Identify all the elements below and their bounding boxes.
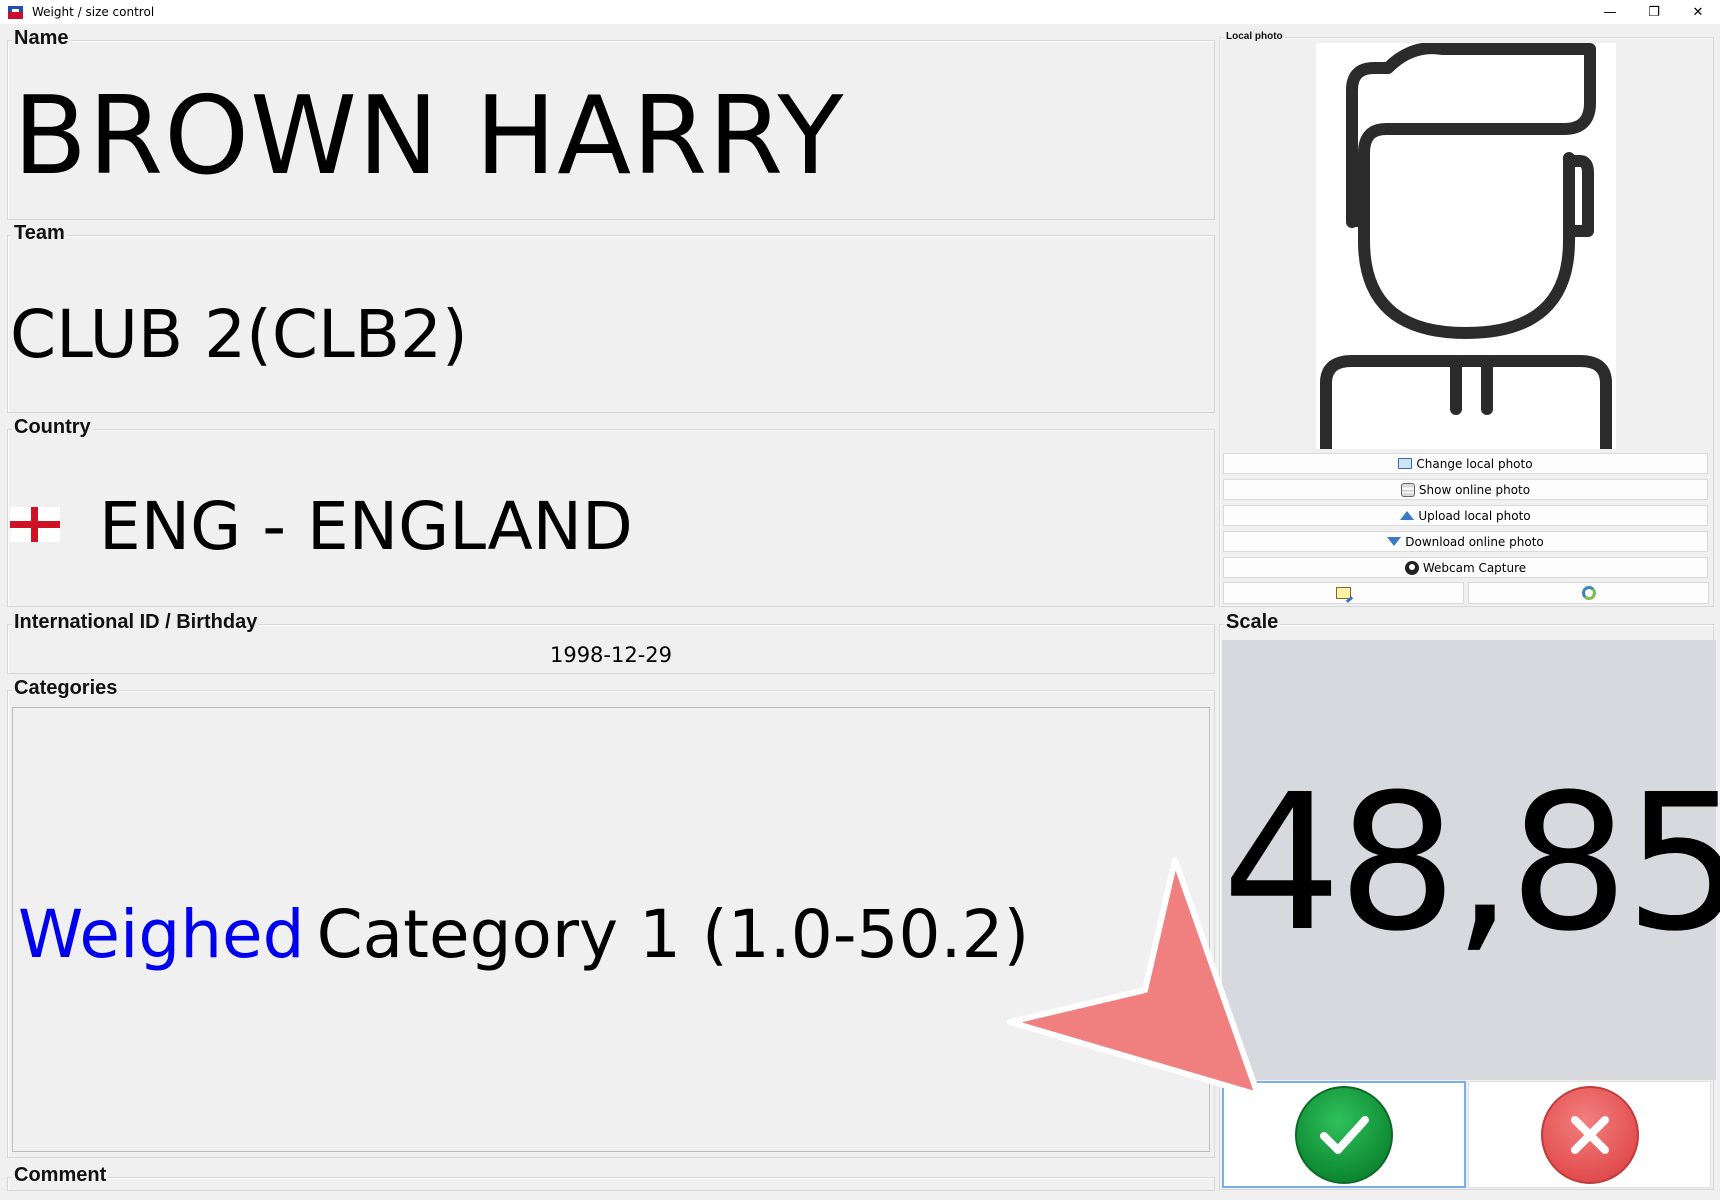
birthday-value: 1998-12-29 bbox=[549, 643, 673, 667]
team-group: Team CLUB 2(CLB2) bbox=[7, 222, 1215, 413]
confirm-circle bbox=[1295, 1085, 1393, 1184]
category-status: Weighed bbox=[18, 896, 305, 973]
england-flag-icon bbox=[10, 507, 60, 542]
minimize-button[interactable]: — bbox=[1588, 0, 1632, 24]
upload-arrow-icon bbox=[1400, 511, 1415, 520]
refresh-photo-button[interactable] bbox=[1468, 582, 1709, 604]
webcam-capture-label: Webcam Capture bbox=[1422, 560, 1527, 575]
cancel-circle bbox=[1540, 1085, 1639, 1184]
athlete-photo bbox=[1316, 43, 1616, 449]
window-title: Weight / size control bbox=[32, 5, 155, 19]
person-placeholder-icon bbox=[1320, 43, 1612, 449]
refresh-icon bbox=[1581, 586, 1596, 600]
birthday-label: International ID / Birthday bbox=[12, 611, 260, 634]
window-controls: — ❐ ✕ bbox=[1588, 0, 1720, 24]
scale-label: Scale bbox=[1224, 611, 1281, 634]
upload-local-photo-button[interactable]: Upload local photo bbox=[1223, 505, 1708, 526]
team-name: CLUB 2(CLB2) bbox=[10, 296, 468, 373]
webcam-capture-button[interactable]: Webcam Capture bbox=[1223, 557, 1708, 578]
birthday-group: International ID / Birthday 1998-12-29 bbox=[7, 611, 1215, 674]
country-label: Country bbox=[12, 416, 93, 439]
x-icon bbox=[1570, 1115, 1609, 1154]
country-group: Country ENG - ENGLAND bbox=[7, 416, 1215, 607]
upload-local-photo-label: Upload local photo bbox=[1418, 508, 1531, 523]
name-label: Name bbox=[12, 27, 71, 50]
category-item[interactable]: Weighed Category 1 (1.0-50.2) bbox=[18, 902, 1029, 968]
comment-label: Comment bbox=[12, 1164, 109, 1187]
database-icon bbox=[1400, 482, 1415, 497]
webcam-icon bbox=[1404, 560, 1419, 575]
download-online-photo-button[interactable]: Download online photo bbox=[1223, 531, 1708, 552]
team-label: Team bbox=[12, 222, 67, 245]
categories-label: Categories bbox=[12, 677, 120, 700]
checkmark-icon bbox=[1320, 1115, 1369, 1154]
scale-value: 48,85 bbox=[1222, 754, 1720, 973]
athlete-name: BROWN HARRY bbox=[13, 74, 845, 199]
edit-note-icon bbox=[1336, 587, 1351, 599]
name-group: Name BROWN HARRY bbox=[7, 27, 1215, 220]
change-local-photo-button[interactable]: Change local photo bbox=[1223, 453, 1708, 474]
monitor-icon bbox=[1398, 458, 1413, 469]
show-online-photo-label: Show online photo bbox=[1418, 482, 1531, 497]
cancel-button[interactable] bbox=[1468, 1081, 1711, 1188]
category-name: Category 1 (1.0-50.2) bbox=[316, 896, 1030, 973]
app-icon bbox=[8, 5, 23, 19]
categories-group: Categories Weighed Category 1 (1.0-50.2) bbox=[7, 677, 1215, 1158]
country-name: ENG - ENGLAND bbox=[99, 488, 633, 565]
confirm-button[interactable] bbox=[1222, 1081, 1466, 1188]
download-arrow-icon bbox=[1387, 537, 1402, 546]
title-bar: Weight / size control — ❐ ✕ bbox=[0, 0, 1720, 24]
categories-list[interactable]: Weighed Category 1 (1.0-50.2) bbox=[12, 707, 1210, 1152]
scale-display: 48,85 bbox=[1222, 640, 1720, 1080]
download-online-photo-label: Download online photo bbox=[1405, 534, 1544, 549]
edit-photo-button[interactable] bbox=[1223, 582, 1464, 604]
local-photo-label: Local photo bbox=[1224, 31, 1285, 42]
show-online-photo-button[interactable]: Show online photo bbox=[1223, 479, 1708, 500]
change-local-photo-label: Change local photo bbox=[1416, 456, 1533, 471]
comment-group[interactable]: Comment bbox=[7, 1164, 1215, 1191]
restore-button[interactable]: ❐ bbox=[1632, 0, 1676, 24]
close-button[interactable]: ✕ bbox=[1676, 0, 1720, 24]
